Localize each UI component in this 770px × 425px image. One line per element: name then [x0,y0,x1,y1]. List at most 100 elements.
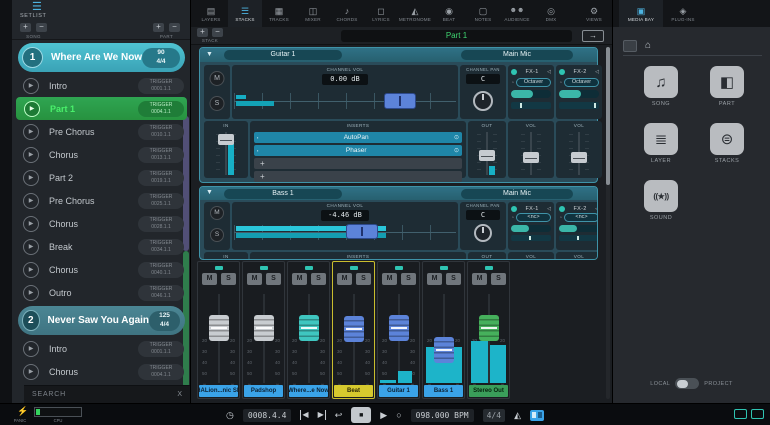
play-icon[interactable]: ▶ [23,192,39,209]
panel-layout-icon[interactable] [529,409,544,421]
mixer-channel-selected[interactable]: M S 20 30 40 50 ∞ 20 30 40 50 ∞ Beat [332,261,375,399]
part-category-button[interactable]: ◧ [710,66,744,98]
time-sig-display[interactable]: 4/4 [482,408,506,422]
tab-beat[interactable]: ◉ BEAT [432,0,466,27]
channel-vol-value[interactable]: -4.46 dB [321,210,369,221]
collapse-icon[interactable]: ▼ [206,189,213,197]
fader-handle[interactable] [479,150,495,161]
fx2-vol-fader[interactable] [569,132,589,175]
fx-preset[interactable]: Octaver [516,78,551,87]
part-item[interactable]: ▶ Pre Chorus TRIGGER 0010.1.1 [12,120,190,143]
fx-pan-slider[interactable] [559,235,597,241]
fx-send-slider[interactable] [559,90,599,98]
previous-button[interactable]: ◀ [300,410,309,420]
insert-slot-empty[interactable]: + [254,171,462,182]
mixer-channel[interactable]: M S 20 30 40 50 ∞ 20 30 40 50 ∞ Padshop [242,261,285,399]
remove-song-button[interactable]: − [36,23,47,32]
add-stack-button[interactable]: + [197,28,208,37]
channel-vol-value[interactable]: 0.00 dB [322,74,368,85]
solo-button[interactable]: S [209,96,225,111]
part-item[interactable]: ▶ Chorus TRIGGER 0004.1.1 [12,360,190,383]
home-icon[interactable]: ⌂ [645,40,651,51]
play-icon[interactable]: ▶ [23,261,39,278]
channel-mute-button[interactable]: M [337,273,352,285]
stacks-category-button[interactable]: ⊜ [710,123,744,155]
channel-mute-button[interactable]: M [202,273,217,285]
channel-fader[interactable]: 20 30 40 50 ∞ 20 30 40 50 ∞ [378,290,419,387]
sound-category-button[interactable]: ((★)) [644,180,678,212]
strip-output[interactable]: Main Mic [461,189,573,199]
fx-pan-slider[interactable] [511,102,551,109]
collapse-icon[interactable]: ▼ [206,51,213,59]
fader-handle[interactable] [218,134,234,145]
filter-checkbox[interactable] [623,39,637,52]
tab-layers[interactable]: ▤ LAYERS [194,0,228,27]
mixer-channel[interactable]: M S 20 30 40 50 ∞ 20 30 40 50 ∞ Guitar 1 [377,261,420,399]
power-icon[interactable]: ⊙ [454,134,459,141]
part-item[interactable]: ▶ Part 1 TRIGGER0010.1.1 [12,383,190,385]
search-input[interactable] [32,391,178,398]
strip-header[interactable]: ▼ Bass 1 Main Mic [200,187,597,200]
fx-pan-slider[interactable] [511,235,551,241]
bpm-display[interactable]: 098.000 BPM [410,408,474,422]
stop-button[interactable]: ■ [351,407,372,423]
part-item[interactable]: ▶ Chorus TRIGGER 0040.1.1 [12,258,190,281]
play-icon[interactable]: ▶ [23,284,39,301]
insert-slot[interactable]: ▪ Phaser ⊙ [254,145,462,156]
channel-fader[interactable]: 20 30 40 50 ∞ 20 30 40 50 ∞ [198,290,239,387]
fx-send-slider[interactable] [559,225,597,232]
play-icon[interactable]: ▶ [23,77,39,94]
play-button[interactable]: ▶ [380,410,387,420]
window-layout-icon[interactable] [751,409,764,419]
fx-send-slider[interactable] [511,225,551,232]
solo-button[interactable]: S [210,228,224,242]
fader-handle[interactable] [523,152,539,163]
channel-solo-button[interactable]: S [491,273,506,285]
channel-solo-button[interactable]: S [356,273,371,285]
add-part-button[interactable]: + [153,23,164,32]
pan-knob[interactable] [474,224,492,242]
part-item[interactable]: ▶ Outro TRIGGER 0046.1.1 [12,281,190,304]
fader-handle[interactable] [478,315,499,341]
tab-views[interactable]: ⚙ VIEWS [576,0,612,27]
play-icon[interactable]: ▶ [23,238,39,255]
scrollbar-thumb[interactable] [606,47,610,185]
input-fader[interactable] [216,132,236,175]
tab-plug-ins[interactable]: ◈ PLUG-INS [663,0,703,27]
play-icon[interactable]: ▶ [24,100,40,117]
channel-fader[interactable]: 20 30 40 50 ∞ 20 30 40 50 ∞ [333,290,374,387]
channel-solo-button[interactable]: S [446,273,461,285]
channel-mute-button[interactable]: M [292,273,307,285]
fader-handle[interactable] [433,337,454,363]
channel-mute-button[interactable]: M [247,273,262,285]
fx-send-slider[interactable] [511,90,551,98]
song-item[interactable]: 2 Never Saw You Again 125 4/4 [18,306,185,335]
search-clear-icon[interactable]: X [177,391,182,398]
play-icon[interactable]: ▶ [23,169,39,186]
part-item[interactable]: ▶ Part 2 TRIGGER 0019.1.1 [12,166,190,189]
strip-name[interactable]: Guitar 1 [224,50,342,60]
content-scrollbar[interactable] [606,47,610,399]
part-item[interactable]: ▶ Intro TRIGGER 0001.1.1 [12,74,190,97]
fx-knob-icon[interactable]: ◔ [511,215,514,221]
tab-metronome[interactable]: ◭ METRONOME [398,0,432,27]
mixer-channel[interactable]: M S 20 30 40 50 ∞ 20 30 40 50 ∞ Stereo O… [467,261,510,399]
channel-solo-button[interactable]: S [266,273,281,285]
speaker-icon[interactable]: ◁ [547,69,551,75]
channel-vol-fader[interactable] [234,222,456,248]
part-item[interactable]: ▶ Break TRIGGER 0034.1.1 [12,235,190,258]
add-insert-icon[interactable]: + [260,159,265,168]
tab-audience[interactable]: ☻☻ AUDIENCE [500,0,534,27]
song-item[interactable]: 1 Where Are We Now 90 4/4 [18,43,185,72]
strip-output[interactable]: Main Mic [461,50,573,60]
fx-pan-slider[interactable] [559,102,599,109]
fx1-vol-fader[interactable] [521,132,541,175]
tab-lyrics[interactable]: ◻ LYRICS [364,0,398,27]
mute-button[interactable]: M [209,71,225,86]
play-icon[interactable]: ▶ [23,340,39,357]
output-fader[interactable] [477,132,497,175]
channel-fader[interactable]: 20 30 40 50 ∞ 20 30 40 50 ∞ [468,290,509,387]
play-icon[interactable]: ▶ [23,363,39,380]
tab-tracks[interactable]: ▦ TRACKS [262,0,296,27]
tab-dmx[interactable]: ◎ DMX [534,0,568,27]
